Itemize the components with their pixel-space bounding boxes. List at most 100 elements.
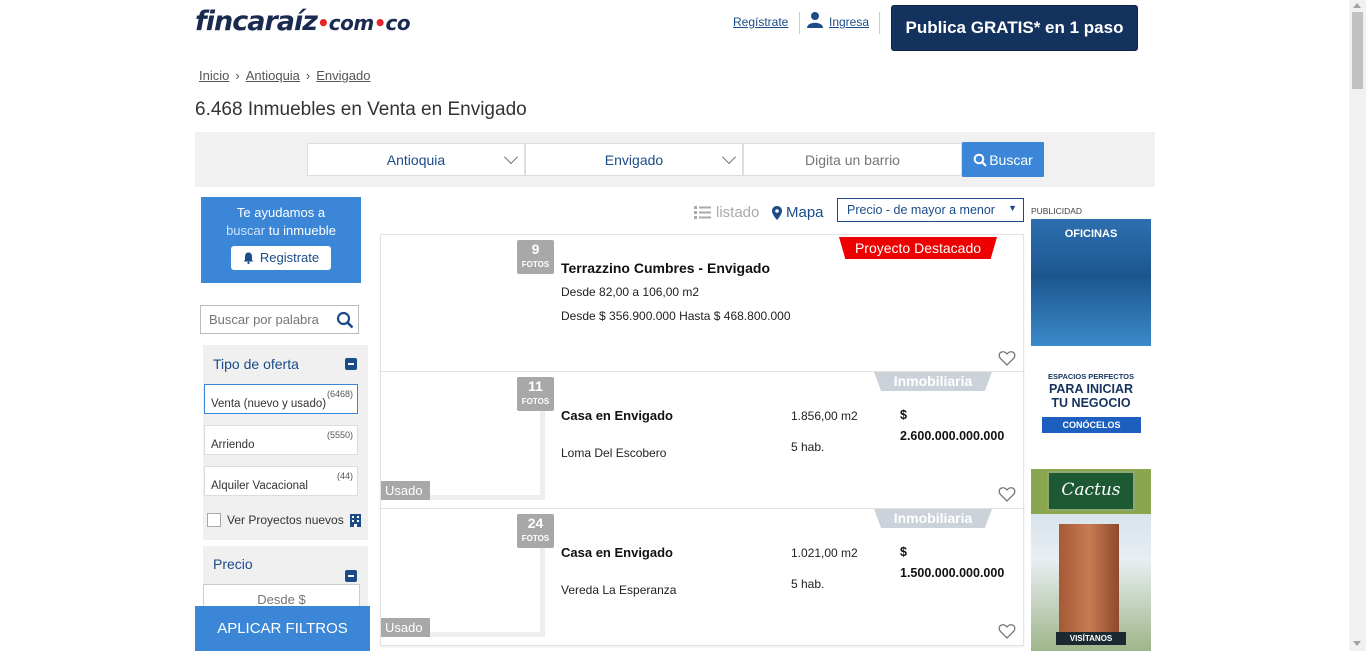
photos-count: 11: [528, 378, 543, 394]
search-button[interactable]: Buscar: [962, 142, 1044, 177]
ad-cta-button[interactable]: CONÓCELOS: [1042, 417, 1141, 433]
city-value: Envigado: [604, 151, 664, 168]
offer-type-title[interactable]: Tipo de oferta: [213, 356, 299, 372]
help-highlight: buscar: [226, 223, 266, 238]
help-register-button[interactable]: Registrate: [231, 246, 331, 270]
listing-location: Loma Del Escobero: [561, 446, 667, 460]
ad-offices-title: OFICINAS: [1064, 228, 1118, 240]
price-title[interactable]: Precio: [213, 556, 253, 572]
listing-rooms: 5 hab.: [791, 577, 825, 591]
offer-option-count: (6468): [326, 389, 353, 399]
bell-icon: [243, 252, 254, 264]
breadcrumb-antioquia[interactable]: Antioquia: [246, 68, 300, 83]
offer-option-count: (5550): [326, 430, 353, 440]
favorite-heart-icon[interactable]: [998, 349, 1016, 367]
listing-title[interactable]: Casa en Envigado: [561, 408, 673, 423]
price-symbol: $: [900, 408, 907, 422]
offer-option-arriendo[interactable]: Arriendo (5550): [204, 425, 358, 455]
register-link[interactable]: Regístrate: [733, 15, 788, 29]
view-map-label: Mapa: [786, 204, 824, 221]
header-divider: [879, 12, 880, 34]
site-logo[interactable]: fincaraíz•com•co: [195, 6, 411, 37]
ad-visit-label: VISÍTANOS: [1056, 632, 1126, 645]
help-register-label: Registrate: [259, 250, 320, 265]
new-projects-checkbox[interactable]: [207, 513, 221, 527]
condition-badge: Usado: [381, 481, 430, 500]
help-line2: tu inmueble: [268, 223, 336, 238]
listing-price: $2.600.000.000.000: [900, 405, 1004, 447]
photos-label: FOTOS: [521, 260, 550, 269]
photos-badge[interactable]: 9 FOTOS: [517, 240, 554, 274]
apply-filters-button[interactable]: APLICAR FILTROS: [195, 606, 370, 651]
publish-free-button[interactable]: Publica GRATIS* en 1 paso: [891, 5, 1138, 51]
offer-option-label: Alquiler Vacacional: [211, 480, 308, 492]
map-pin-icon: [772, 205, 782, 220]
city-select[interactable]: Envigado: [525, 143, 743, 176]
ad-text-line3: TU NEGOCIO: [1051, 396, 1131, 410]
photos-count: 24: [527, 515, 544, 531]
ad-text-line2: PARA INICIAR: [1048, 382, 1134, 396]
breadcrumb-inicio[interactable]: Inicio: [199, 68, 229, 83]
chevron-right-icon: ›: [305, 68, 311, 83]
scroll-up-icon[interactable]: [1353, 3, 1361, 8]
offer-option-count: (44): [336, 471, 353, 481]
search-button-label: Buscar: [989, 151, 1033, 168]
department-select[interactable]: Antioquia: [307, 143, 525, 176]
view-map-toggle[interactable]: Mapa: [772, 204, 824, 221]
listing-area: 1.021,00 m2: [791, 546, 858, 560]
listing-area-range: Desde 82,00 a 106,00 m2: [561, 285, 700, 299]
header-divider: [799, 12, 800, 34]
agency-ribbon: Inmobiliaria: [874, 372, 992, 391]
offer-option-label: Venta (nuevo y usado): [211, 398, 327, 410]
ad-text-block[interactable]: ESPACIOS PERFECTOS PARA INICIAR TU NEGOC…: [1031, 372, 1151, 410]
user-icon[interactable]: [806, 11, 824, 29]
favorite-heart-icon[interactable]: [998, 485, 1016, 503]
listing-rooms: 5 hab.: [791, 440, 825, 454]
list-icon: [694, 206, 711, 219]
advertising-label: PUBLICIDAD: [1031, 206, 1083, 216]
chevron-down-icon: [721, 149, 737, 165]
agency-ribbon: Inmobiliaria: [874, 509, 992, 528]
new-projects-label: Ver Proyectos nuevos: [227, 513, 344, 527]
listing-location: Vereda La Esperanza: [561, 583, 677, 597]
price-symbol: $: [900, 545, 907, 559]
collapse-icon[interactable]: [345, 358, 357, 370]
favorite-heart-icon[interactable]: [998, 622, 1016, 640]
sort-select[interactable]: Precio - de mayor a menor ▼: [837, 198, 1024, 222]
ad-cactus-banner[interactable]: Cactus VISÍTANOS: [1031, 469, 1151, 651]
help-line1: Te ayudamos a: [236, 205, 326, 220]
condition-badge: Usado: [381, 618, 430, 637]
ad-offices-banner[interactable]: OFICINAS: [1031, 219, 1151, 346]
photos-label: FOTOS: [521, 534, 550, 543]
photos-badge[interactable]: 11 FOTOS: [517, 377, 554, 411]
photos-label: FOTOS: [521, 397, 550, 406]
listing-title[interactable]: Casa en Envigado: [561, 545, 673, 560]
breadcrumb-envigado[interactable]: Envigado: [316, 68, 370, 83]
building-icon: [349, 513, 361, 527]
view-list-label: listado: [716, 204, 760, 221]
tower-image: [1059, 524, 1119, 639]
listing-title[interactable]: Terrazzino Cumbres - Envigado: [561, 260, 770, 276]
listing-card[interactable]: 11 FOTOS Usado Inmobiliaria Casa en Envig…: [380, 371, 1024, 509]
sort-value: Precio - de mayor a menor: [847, 203, 995, 217]
scroll-down-icon[interactable]: [1353, 641, 1361, 646]
search-icon[interactable]: [336, 311, 354, 329]
scroll-thumb[interactable]: [1352, 12, 1363, 89]
listing-card[interactable]: 24 FOTOS Usado Inmobiliaria Casa en Envig…: [380, 508, 1024, 646]
neighborhood-input[interactable]: [743, 143, 962, 176]
listing-card[interactable]: 9 FOTOS Proyecto Destacado Terrazzino Cum…: [380, 234, 1024, 372]
login-link[interactable]: Ingresa: [829, 15, 869, 29]
view-list-toggle[interactable]: listado: [694, 204, 759, 221]
price-value: 1.500.000.000.000: [900, 566, 1005, 580]
collapse-icon[interactable]: [345, 570, 357, 582]
new-projects-checkbox-row[interactable]: Ver Proyectos nuevos: [207, 513, 361, 527]
photos-badge[interactable]: 24 FOTOS: [517, 514, 554, 548]
ad-text-line1: ESPACIOS PERFECTOS: [1048, 372, 1134, 381]
offer-option-alquiler-vacacional[interactable]: Alquiler Vacacional (44): [204, 466, 358, 496]
page-scrollbar[interactable]: [1349, 0, 1366, 651]
offer-option-venta[interactable]: Venta (nuevo y usado) (6468): [204, 384, 358, 414]
cactus-logo: Cactus: [1047, 471, 1135, 511]
offer-option-label: Arriendo: [211, 439, 255, 451]
price-value: 2.600.000.000.000: [900, 429, 1005, 443]
featured-project-ribbon: Proyecto Destacado: [839, 237, 997, 259]
